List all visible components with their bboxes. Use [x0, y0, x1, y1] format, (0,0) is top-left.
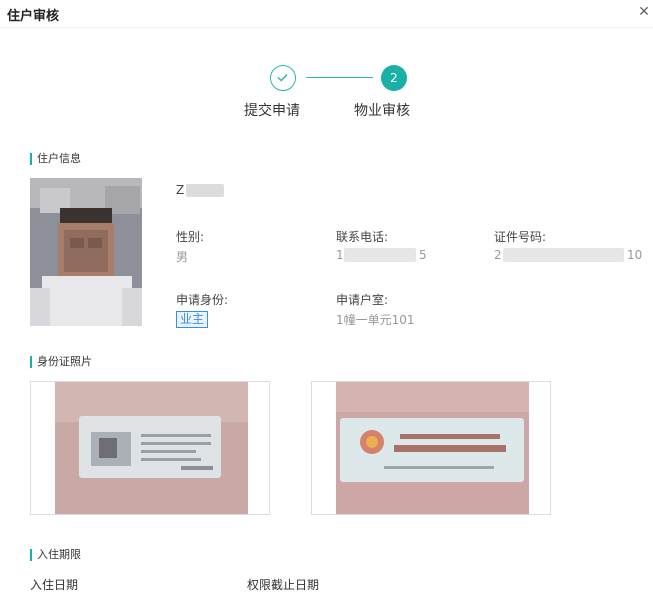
step-connector — [306, 77, 373, 78]
dialog-header: 住户审核 ✕ — [0, 0, 653, 28]
expiry-date-label: 权限截止日期 — [247, 578, 320, 592]
room-value: 1幢一单元101 — [336, 313, 415, 327]
resident-name: Z — [176, 183, 185, 197]
step-2-label: 物业审核 — [354, 103, 410, 119]
id-card-front-photo[interactable] — [311, 381, 551, 515]
gender-label: 性别: — [176, 230, 205, 244]
role-label: 申请身份: — [176, 293, 229, 307]
step-done-check-icon — [270, 65, 296, 91]
step-2-number: 2 — [381, 65, 407, 91]
id-number-label: 证件号码: — [494, 230, 547, 244]
close-icon[interactable]: ✕ — [637, 3, 651, 21]
name-redaction — [186, 184, 224, 197]
dialog-title: 住户审核 — [7, 9, 60, 24]
section-title-id-photos: 身份证照片 — [30, 356, 92, 368]
resident-avatar — [30, 178, 142, 326]
id-card-back-photo[interactable] — [30, 381, 270, 515]
phone-redaction — [344, 248, 416, 262]
role-tag: 业主 — [176, 311, 209, 328]
phone-label: 联系电话: — [336, 230, 389, 244]
id-number-tail: 10 — [627, 248, 643, 262]
id-number-value: 2 — [494, 248, 502, 262]
move-in-date-label: 入住日期 — [30, 578, 79, 592]
section-title-resident-info: 住户信息 — [30, 153, 81, 165]
room-label: 申请户室: — [336, 293, 389, 307]
section-title-residence-period: 入住期限 — [30, 549, 81, 561]
phone-value-tail: 5 — [419, 248, 427, 262]
gender-value: 男 — [176, 250, 189, 264]
step-1-label: 提交申请 — [244, 103, 300, 119]
id-number-redaction — [503, 248, 624, 262]
phone-value: 1 — [336, 248, 344, 262]
